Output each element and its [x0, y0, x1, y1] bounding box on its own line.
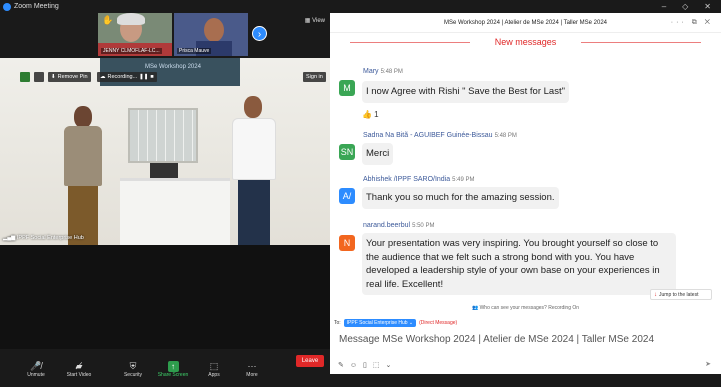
direct-message-label: (Direct Message)	[419, 320, 458, 326]
remove-pin-button[interactable]: ⬇ Remove Pin	[48, 72, 91, 82]
avatar[interactable]: A/	[339, 188, 355, 204]
shield-icon[interactable]	[20, 72, 30, 82]
cloud-icon: ☁	[100, 74, 106, 80]
message-sender: narand.beerbul 5:50 PM	[363, 222, 435, 229]
more-dots-icon: ···	[247, 361, 257, 371]
signal-icon: ▂▄▆	[3, 235, 17, 241]
people-icon: 👥	[471, 305, 480, 311]
message-bubble[interactable]: Your presentation was very inspiring. Yo…	[362, 233, 676, 295]
message-input[interactable]: Message MSe Workshop 2024 | Atelier de M…	[339, 334, 654, 345]
unmute-button[interactable]: 🎤̸ Unmute	[18, 361, 54, 378]
next-page-button[interactable]: ›	[252, 26, 267, 41]
message-bubble[interactable]: Thank you so much for the amazing sessio…	[362, 187, 559, 209]
message-sender: Mary 5:48 PM	[363, 68, 403, 75]
format-icon[interactable]: ✎	[338, 362, 350, 369]
table	[120, 178, 230, 245]
participant-face	[204, 18, 224, 42]
avatar[interactable]: M	[339, 80, 355, 96]
message-bubble[interactable]: I now Agree with Rishi " Save the Best f…	[362, 81, 569, 103]
shield-icon: ⛨	[129, 361, 137, 371]
avatar[interactable]: N	[339, 235, 355, 251]
message-bubble[interactable]: Merci	[362, 143, 394, 165]
more-button[interactable]: ··· More	[234, 361, 270, 378]
avatar[interactable]: SN	[339, 144, 355, 160]
restore-button[interactable]: ◇	[682, 2, 688, 11]
participant-hair	[117, 13, 145, 25]
chat-header: MSe Workshop 2024 | Atelier de MSe 2024 …	[330, 13, 721, 33]
pin-icon: ⬇	[51, 74, 56, 80]
chat-title: MSe Workshop 2024 | Atelier de MSe 2024 …	[444, 19, 607, 26]
who-can-see-link[interactable]: 👥 Who can see your messages? Recording O…	[330, 305, 721, 311]
security-button[interactable]: ⛨ Security	[115, 361, 151, 378]
main-video[interactable]: MSe Workshop 2024	[0, 58, 330, 245]
message-sender: Abhishek /IPPF SARO/India 5:49 PM	[363, 176, 475, 183]
file-icon[interactable]: ▯	[363, 362, 373, 369]
new-messages-divider: New messages	[330, 37, 721, 47]
chat-panel: MSe Workshop 2024 | Atelier de MSe 2024 …	[330, 13, 721, 374]
thumbnail-strip: ✋ JENNY CLMOFLAF-LC... Prisca Mauve › ▦ …	[0, 13, 330, 58]
participant-thumbnail[interactable]: ✋ JENNY CLMOFLAF-LC...	[98, 13, 172, 56]
layout-icon[interactable]	[34, 72, 44, 82]
chevron-down-icon[interactable]: ⌄	[386, 362, 398, 369]
compose-toolbar: ✎☺▯⬚⌄	[338, 361, 397, 369]
message-sender: Sadna Na Bitã - AGUIBEF Guinée-Bissau 5:4…	[363, 132, 517, 139]
window-controls: – ◇ ✕	[662, 2, 721, 11]
window-title: Zoom Meeting	[14, 3, 59, 10]
send-icon[interactable]: ➤	[705, 360, 711, 368]
apps-button[interactable]: ⬚ Apps	[196, 361, 232, 378]
sign-in-button[interactable]: Sign in	[303, 72, 326, 82]
pause-icon: ❚❚	[139, 74, 149, 80]
title-bar: Zoom Meeting – ◇ ✕	[0, 0, 721, 13]
raised-hand-icon: ✋	[102, 15, 114, 25]
grid-icon: ▦	[304, 18, 313, 24]
chat-header-icons[interactable]: ··· ⧉ ✕	[671, 19, 713, 27]
reaction-badge[interactable]: 👍 1	[362, 110, 379, 119]
video-name-label: ▂▄▆ IPPF Social Enterprise Hub	[3, 235, 84, 241]
start-video-button[interactable]: ▰̸ Start Video	[61, 361, 97, 378]
meeting-panel: ✋ JENNY CLMOFLAF-LC... Prisca Mauve › ▦ …	[0, 13, 330, 387]
stop-icon: ■	[150, 74, 154, 80]
video-off-icon: ▰̸	[75, 361, 83, 371]
jump-to-latest-button[interactable]: ↓ Jump to the latest	[650, 289, 712, 300]
apps-icon: ⬚	[209, 361, 219, 371]
recording-indicator[interactable]: ☁ Recording... ❚❚ ■	[97, 72, 157, 82]
screenshot-icon[interactable]: ⬚	[373, 362, 386, 369]
view-button[interactable]: ▦ View	[305, 17, 325, 24]
recipient-dropdown[interactable]: IPPF Social Enterprise Hub ⌄	[343, 319, 417, 327]
leave-button[interactable]: Leave	[296, 355, 324, 367]
minimize-button[interactable]: –	[662, 2, 666, 11]
emoji-icon[interactable]: ☺	[350, 362, 363, 369]
recipient-row: To: IPPF Social Enterprise Hub ⌄ (Direct…	[334, 319, 458, 327]
share-screen-button[interactable]: ↑ Share Screen	[155, 361, 191, 378]
close-window-button[interactable]: ✕	[704, 2, 711, 11]
share-arrow-icon: ↑	[167, 361, 179, 372]
participant-thumbnail[interactable]: Prisca Mauve	[174, 13, 248, 56]
meeting-toolbar: 🎤̸ Unmute ▰̸ Start Video ⛨ Security ↑ Share …	[0, 349, 330, 387]
participant-name: JENNY CLMOFLAF-LC...	[101, 48, 162, 54]
zoom-logo-icon	[3, 2, 11, 11]
microphone-muted-icon: 🎤̸	[30, 361, 42, 371]
arrow-down-icon: ↓	[654, 291, 657, 298]
participant-name: Prisca Mauve	[177, 48, 212, 54]
